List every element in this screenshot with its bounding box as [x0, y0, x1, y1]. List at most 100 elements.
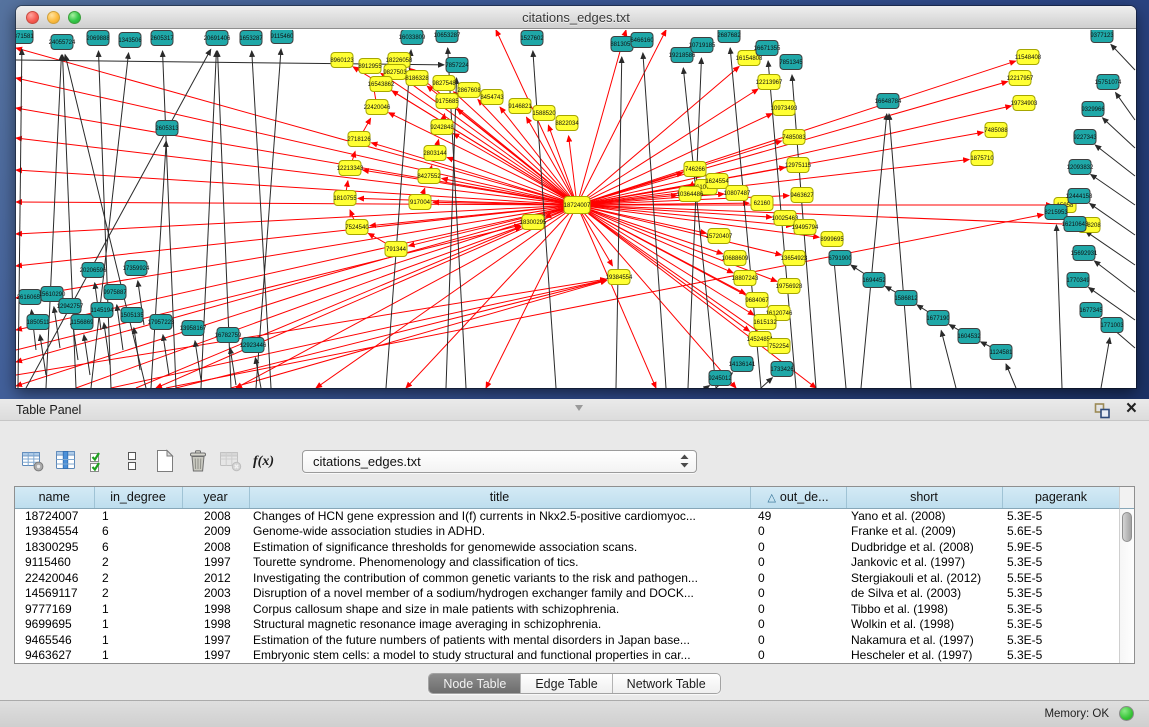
graph-node[interactable]: 1875710	[970, 151, 994, 166]
table-row[interactable]: 1456911722003Disruption of a novel membe…	[15, 586, 1120, 602]
graph-node[interactable]: 746266	[684, 162, 706, 177]
graph-node[interactable]: 7485088	[984, 123, 1008, 138]
graph-node[interactable]: 12942757	[57, 299, 84, 314]
graph-node[interactable]: 1156869	[71, 315, 95, 330]
table-cell-out_degree[interactable]: 0	[750, 524, 846, 540]
graph-node[interactable]: 1677345	[1079, 303, 1103, 318]
graph-node[interactable]: 2687682	[717, 30, 741, 43]
table-selector[interactable]: citations_edges.txt	[302, 450, 697, 473]
graph-node[interactable]: 7524540	[345, 220, 369, 235]
graph-node[interactable]: 15692931	[1071, 246, 1098, 261]
graph-node[interactable]: 13654923	[781, 251, 808, 266]
graph-node[interactable]: 19734903	[1011, 96, 1038, 111]
table-cell-name[interactable]: 22420046	[15, 571, 94, 587]
table-cell-name[interactable]: 9777169	[15, 602, 94, 618]
graph-node[interactable]: 1624554	[705, 174, 729, 189]
column-header-in_degree[interactable]: in_degree	[94, 487, 182, 508]
table-cell-title[interactable]: Structural magnetic resonance image aver…	[249, 617, 750, 633]
graph-node[interactable]: 752254	[768, 339, 790, 354]
column-header-pagerank[interactable]: pagerank	[1002, 487, 1120, 508]
split-divider-handle[interactable]	[575, 405, 583, 411]
graph-node[interactable]: 6791900	[828, 251, 852, 266]
table-cell-title[interactable]: Genome-wide association studies in ADHD.	[249, 524, 750, 540]
graph-node[interactable]: 18724007	[564, 197, 591, 214]
graph-node[interactable]: 14136141	[729, 357, 756, 372]
float-panel-icon[interactable]	[1094, 402, 1111, 419]
table-cell-year[interactable]: 1998	[182, 617, 249, 633]
window-zoom-button[interactable]	[68, 11, 81, 24]
table-cell-name[interactable]: 9465546	[15, 633, 94, 649]
window-minimize-button[interactable]	[47, 11, 60, 24]
table-cell-out_degree[interactable]: 0	[750, 586, 846, 602]
graph-node[interactable]: 9245012	[708, 371, 732, 386]
table-cell-out_degree[interactable]: 0	[750, 617, 846, 633]
table-cell-title[interactable]: Investigating the contribution of common…	[249, 571, 750, 587]
table-cell-in_degree[interactable]: 6	[94, 524, 182, 540]
graph-node[interactable]: 2867608	[457, 83, 481, 98]
graph-node[interactable]: 8999695	[820, 232, 844, 247]
graph-node[interactable]: 18300295	[520, 215, 547, 230]
column-header-name[interactable]: name	[15, 487, 94, 508]
graph-node[interactable]: 9684067	[745, 293, 769, 308]
graph-node[interactable]: 12213967	[756, 75, 783, 90]
graph-node[interactable]: 19495794	[792, 220, 819, 235]
graph-node[interactable]: 7857224	[445, 58, 469, 73]
table-row[interactable]: 1872400712008Changes of HCN gene express…	[15, 508, 1120, 524]
memory-indicator[interactable]	[1119, 706, 1134, 721]
graph-node[interactable]: 9175685	[435, 94, 459, 109]
tab-edge-table[interactable]: Edge Table	[520, 674, 611, 693]
close-panel-icon[interactable]: ×	[1126, 398, 1137, 420]
table-cell-out_degree[interactable]: 0	[750, 540, 846, 556]
table-cell-short[interactable]: Yano et al. (2008)	[846, 508, 1002, 524]
delete-selected-button[interactable]	[181, 447, 214, 475]
graph-node[interactable]: 13958167	[180, 321, 207, 336]
graph-node[interactable]: 15720407	[706, 229, 733, 244]
table-row[interactable]: 2242004622012Investigating the contribut…	[15, 571, 1120, 587]
table-cell-in_degree[interactable]: 2	[94, 555, 182, 571]
graph-node[interactable]: 9242848	[430, 120, 454, 135]
table-cell-year[interactable]: 2008	[182, 508, 249, 524]
table-cell-year[interactable]: 1997	[182, 555, 249, 571]
column-header-year[interactable]: year	[182, 487, 249, 508]
table-row[interactable]: 911546021997Tourette syndrome. Phenomeno…	[15, 555, 1120, 571]
table-cell-in_degree[interactable]: 1	[94, 508, 182, 524]
graph-node[interactable]: 1615132	[753, 315, 777, 330]
table-cell-out_degree[interactable]: 0	[750, 602, 846, 618]
table-settings-button[interactable]	[16, 447, 49, 475]
graph-node[interactable]: 2069888	[86, 31, 110, 46]
graph-node[interactable]: 2605313	[155, 121, 179, 136]
graph-node[interactable]: 12213343	[337, 161, 364, 176]
tab-node-table[interactable]: Node Table	[429, 674, 520, 693]
table-cell-pagerank[interactable]: 5.3E-5	[1002, 648, 1120, 664]
table-cell-short[interactable]: de Silva et al. (2003)	[846, 586, 1002, 602]
table-cell-name[interactable]: 9463627	[15, 648, 94, 664]
table-row[interactable]: 977716911998Corpus callosum shape and si…	[15, 602, 1120, 618]
graph-node[interactable]: 2605317	[150, 31, 174, 46]
table-cell-out_degree[interactable]: 0	[750, 633, 846, 649]
table-cell-name[interactable]: 9115460	[15, 555, 94, 571]
graph-node[interactable]: 16033809	[399, 30, 426, 45]
table-cell-title[interactable]: Tourette syndrome. Phenomenology and cla…	[249, 555, 750, 571]
table-cell-short[interactable]: Nakamura et al. (1997)	[846, 633, 1002, 649]
select-column-button[interactable]	[49, 447, 82, 475]
table-cell-in_degree[interactable]: 2	[94, 571, 182, 587]
graph-node[interactable]: 7851345	[779, 55, 803, 70]
graph-node[interactable]: 1586812	[894, 291, 918, 306]
table-cell-year[interactable]: 2008	[182, 540, 249, 556]
graph-node[interactable]: 22420046	[364, 100, 391, 115]
graph-node[interactable]: 9975887	[103, 285, 127, 300]
graph-node[interactable]: 1850511	[27, 315, 51, 330]
table-cell-year[interactable]: 2012	[182, 571, 249, 587]
graph-node[interactable]: 1694452	[862, 273, 886, 288]
graph-node[interactable]: 9463627	[790, 188, 814, 203]
graph-node[interactable]: 10973493	[771, 101, 798, 116]
table-row[interactable]: 946554611997Estimation of the future num…	[15, 633, 1120, 649]
function-builder-button[interactable]: f(x)	[247, 447, 280, 475]
graph-node[interactable]: 917004	[409, 195, 431, 210]
graph-node[interactable]: 1343506	[118, 33, 142, 48]
table-cell-short[interactable]: Wolkin et al. (1998)	[846, 617, 1002, 633]
table-cell-year[interactable]: 2009	[182, 524, 249, 540]
graph-node[interactable]: 10807487	[724, 186, 751, 201]
graph-node[interactable]: 12444158	[1066, 189, 1093, 204]
table-cell-short[interactable]: Franke et al. (2009)	[846, 524, 1002, 540]
